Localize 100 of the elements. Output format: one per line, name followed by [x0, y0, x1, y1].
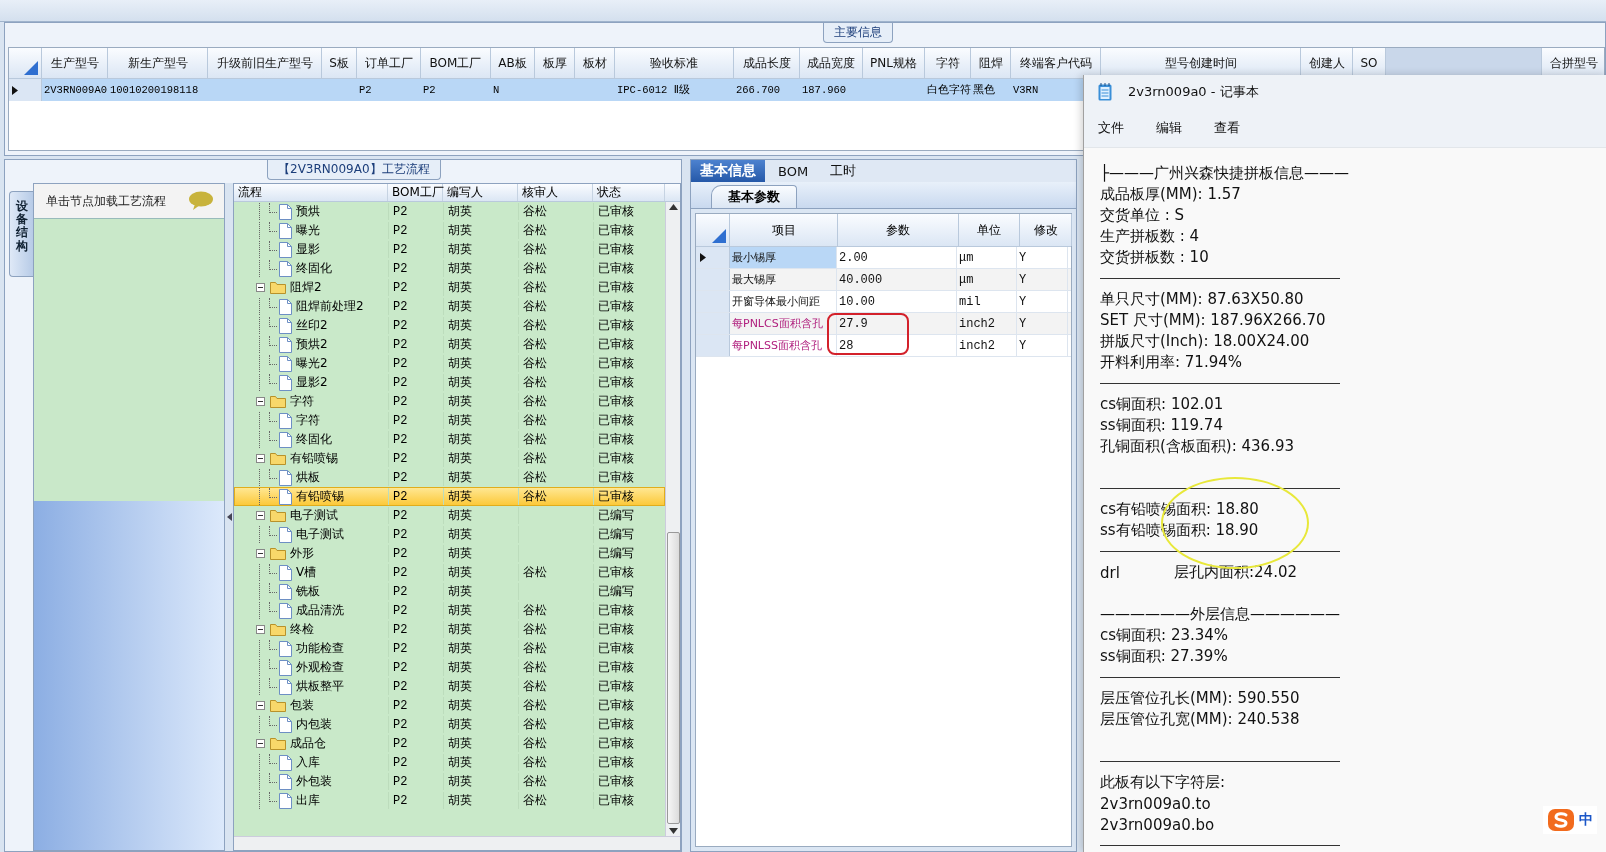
table-cell: Y [1017, 313, 1068, 334]
document-icon [279, 355, 292, 372]
collapse-icon[interactable] [255, 549, 265, 558]
table-cell: 最小锡厚 [730, 247, 837, 268]
menu-item[interactable]: 文件 [1096, 117, 1126, 139]
node-label: 外形 [290, 545, 314, 562]
node-label: 阻焊2 [290, 279, 322, 296]
collapse-icon[interactable] [255, 739, 265, 748]
tree-cell: P2 [393, 641, 408, 656]
column-header[interactable]: 项目 [730, 214, 838, 246]
folder-icon [270, 547, 286, 560]
tree-cell: 谷松 [523, 678, 547, 695]
row-pointer-icon [700, 253, 706, 262]
tree-cell: P2 [393, 565, 408, 580]
table-cell: 10010200198118 [110, 84, 199, 96]
tree-cell: P2 [393, 622, 408, 637]
speech-bubble-icon [188, 191, 214, 211]
document-icon [279, 431, 292, 448]
column-header[interactable]: 升级前旧生产型号 [208, 48, 322, 78]
folder-icon [270, 452, 286, 465]
window-title: 2v3rn009a0 - 记事本 [1128, 83, 1259, 101]
table-cell: 每PNLSS面积含孔 [730, 335, 837, 356]
menu-item[interactable]: 查看 [1212, 117, 1242, 139]
tree-cell: 谷松 [523, 621, 547, 638]
column-header[interactable]: 新生产型号 [108, 48, 208, 78]
column-header[interactable]: 参数 [838, 214, 959, 246]
column-header[interactable]: 订单工厂 [357, 48, 421, 78]
collapse-icon[interactable] [255, 397, 265, 406]
node-label: 成品清洗 [296, 602, 344, 619]
tree-cell: P2 [393, 489, 408, 504]
column-header[interactable]: PNL规格 [863, 48, 925, 78]
tree-cell: P2 [393, 793, 408, 808]
tree-cell: 胡英 [448, 336, 472, 353]
column-header[interactable]: 核审人 [518, 184, 593, 201]
corner-triangle-icon[interactable] [712, 229, 726, 243]
column-header[interactable]: 字符 [925, 48, 971, 78]
column-header[interactable]: 成品宽度 [800, 48, 863, 78]
horizontal-scrollbar[interactable] [234, 836, 680, 850]
tab[interactable]: BOM [769, 160, 818, 182]
column-header[interactable]: 修改 [1020, 214, 1072, 246]
document-icon [279, 241, 292, 258]
text-line: 此板有以下字符层: [1100, 773, 1226, 792]
corner-triangle-icon[interactable] [24, 61, 38, 75]
column-header[interactable]: 板厚 [535, 48, 575, 78]
node-label: 显影 [296, 241, 320, 258]
splitter-arrow-icon[interactable] [226, 513, 232, 521]
tree-cell: P2 [393, 318, 408, 333]
node-label: 电子测试 [290, 507, 338, 524]
tree-cell: 已审核 [598, 298, 634, 315]
scroll-up-icon[interactable] [668, 204, 678, 210]
vertical-scrollbar[interactable] [665, 202, 680, 836]
column-header[interactable]: 状态 [593, 184, 665, 201]
text-line: 单只尺寸(MM): 87.63X50.80 [1100, 290, 1304, 309]
table-cell: 2.00 [837, 247, 957, 268]
scroll-down-icon[interactable] [668, 828, 678, 834]
column-header[interactable]: BOM工厂 [388, 184, 443, 201]
node-label: 字符 [290, 393, 314, 410]
tree-cell: 谷松 [523, 754, 547, 771]
document-icon [279, 659, 292, 676]
tree-cell: P2 [393, 698, 408, 713]
row-header[interactable] [9, 79, 42, 101]
collapse-icon[interactable] [255, 511, 265, 520]
column-header[interactable]: 生产型号 [42, 48, 108, 78]
tree-cell: 胡英 [448, 241, 472, 258]
node-label: 预烘2 [296, 336, 328, 353]
column-header[interactable]: 验收标准 [615, 48, 734, 78]
collapse-icon[interactable] [255, 625, 265, 634]
input-mode[interactable]: 中 [1579, 811, 1593, 829]
menu-item[interactable]: 编辑 [1154, 117, 1184, 139]
column-header[interactable]: AB板 [491, 48, 535, 78]
folder-icon [270, 737, 286, 750]
collapse-icon[interactable] [255, 283, 265, 292]
table-cell: Y [1017, 247, 1068, 268]
tab[interactable]: 工时 [821, 160, 866, 182]
tree-row[interactable]: 有铅喷锡 P2 胡英 谷松 已审核 [234, 487, 665, 506]
tree-cell: 已编写 [598, 526, 634, 543]
column-header[interactable]: 板材 [575, 48, 615, 78]
table-cell: inch2 [957, 313, 1017, 334]
tree-cell: 谷松 [523, 412, 547, 429]
tree-cell: 已审核 [598, 469, 634, 486]
text-line: 层压管位孔宽(MM): 240.538 [1100, 710, 1300, 729]
column-header[interactable]: 流程 [234, 184, 388, 201]
row-header[interactable] [696, 247, 730, 268]
table-cell: P2 [423, 84, 436, 96]
column-header[interactable]: 阻焊 [971, 48, 1011, 78]
input-method-icon[interactable] [1547, 808, 1575, 832]
node-label: 有铅喷锡 [290, 450, 338, 467]
tab[interactable]: 基本参数 [711, 185, 797, 208]
column-header[interactable]: BOM工厂 [421, 48, 491, 78]
tree-cell: 谷松 [523, 735, 547, 752]
tab[interactable]: 基本信息 [691, 160, 765, 182]
column-header[interactable]: S板 [322, 48, 357, 78]
tree-cell: 已审核 [598, 355, 634, 372]
column-header[interactable]: 成品长度 [734, 48, 800, 78]
column-header[interactable]: 单位 [959, 214, 1020, 246]
table-cell: 2V3RN009A0 [44, 84, 107, 96]
collapse-icon[interactable] [255, 701, 265, 710]
collapse-icon[interactable] [255, 454, 265, 463]
column-header[interactable]: 编写人 [443, 184, 518, 201]
vertical-tab[interactable]: 设备结构 [9, 191, 33, 277]
